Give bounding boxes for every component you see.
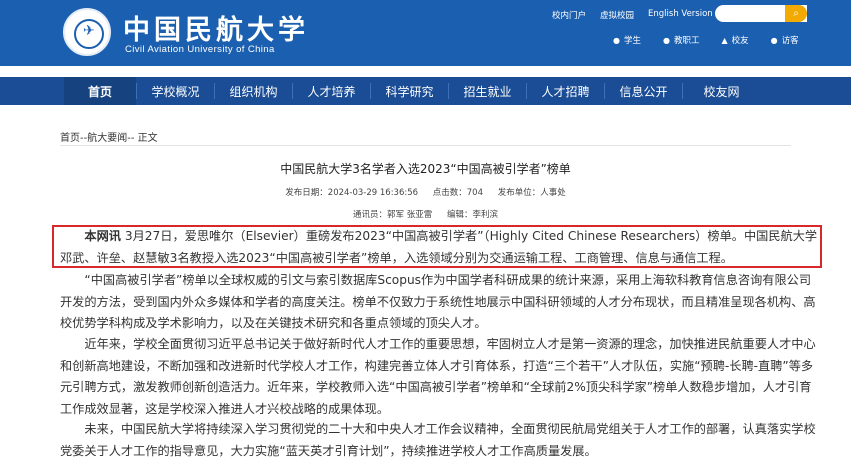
article-paragraph: 未来，中国民航大学将持续深入学习贯彻党的二十大和中央人才工作会议精神，全面贯彻民… bbox=[60, 422, 816, 458]
people-icon: ● bbox=[770, 36, 778, 45]
student-link[interactable]: ● 学生 bbox=[613, 34, 641, 46]
divider bbox=[60, 145, 791, 146]
breadcrumb: 首页--航大要闻-- 正文 bbox=[60, 129, 158, 144]
breadcrumb-current: 正文 bbox=[137, 133, 158, 144]
person-icon: ● bbox=[663, 36, 670, 45]
visitor-link[interactable]: ● 访客 bbox=[771, 34, 799, 46]
article-paragraph: “中国高被引学者”榜单以全球权威的引文与索引数据库Scopus作为中国学者科研成… bbox=[60, 273, 816, 330]
nav-item-home[interactable]: 首页 bbox=[64, 77, 136, 105]
english-version-link[interactable]: English Version bbox=[648, 9, 713, 21]
breadcrumb-home[interactable]: 首页 bbox=[60, 133, 80, 144]
article-title: 中国民航大学3名学者入选2023“中国高被引学者”榜单 bbox=[280, 162, 571, 176]
article-meta: 发布日期：2024-03-29 16:36:56 点击数：704 发布单位：人事… bbox=[0, 186, 851, 198]
person-icon: ● bbox=[613, 36, 620, 45]
user-links: ● 学生 ● 教职工 ▲ 校友 ● 访客 bbox=[613, 34, 799, 46]
nav-item-about[interactable]: 学校概况 bbox=[137, 77, 214, 105]
logo-chinese-name[interactable]: 中国民航大学 bbox=[123, 8, 309, 47]
university-emblem-icon[interactable]: ✈ bbox=[63, 8, 111, 56]
site-header: ✈ 中国民航大学 Civil Aviation University of Ch… bbox=[0, 0, 851, 66]
breadcrumb-section[interactable]: 航大要闻 bbox=[87, 133, 127, 144]
staff-link[interactable]: ● 教职工 bbox=[663, 34, 700, 46]
nav-item-alumni[interactable]: 校友网 bbox=[683, 77, 760, 105]
nav-item-disclosure[interactable]: 信息公开 bbox=[605, 77, 682, 105]
virtual-campus-link[interactable]: 虚拟校园 bbox=[600, 9, 634, 21]
main-nav: 首页 学校概况 组织机构 人才培养 科学研究 招生就业 人才招聘 信息公开 校友… bbox=[0, 77, 851, 105]
portal-link[interactable]: 校内门户 bbox=[552, 9, 586, 21]
search-icon[interactable]: ⌕ bbox=[785, 5, 807, 22]
top-links: 校内门户 虚拟校园 English Version bbox=[552, 9, 713, 21]
nav-item-education[interactable]: 人才培养 bbox=[293, 77, 370, 105]
publisher: 发布单位：人事处 bbox=[497, 188, 566, 198]
nav-item-organization[interactable]: 组织机构 bbox=[215, 77, 292, 105]
nav-item-admissions[interactable]: 招生就业 bbox=[449, 77, 526, 105]
graduation-cap-icon: ▲ bbox=[721, 36, 728, 45]
article-paragraph: 近年来，学校全面贯彻习近平总书记关于做好新时代人才工作的重要思想，牢固树立人才是… bbox=[60, 337, 816, 416]
correspondent: 通讯员：郭军 张亚雷 bbox=[353, 210, 433, 220]
view-count: 点击数：704 bbox=[432, 188, 483, 198]
nav-item-recruitment[interactable]: 人才招聘 bbox=[527, 77, 604, 105]
nav-item-research[interactable]: 科学研究 bbox=[371, 77, 448, 105]
logo-english-name[interactable]: Civil Aviation University of China bbox=[125, 44, 275, 55]
publish-time: 发布日期：2024-03-29 16:36:56 bbox=[285, 188, 419, 198]
alumni-link[interactable]: ▲ 校友 bbox=[722, 34, 749, 46]
breadcrumb-separator: -- bbox=[127, 133, 135, 144]
editor: 编辑：李利滨 bbox=[446, 210, 498, 220]
highlight-box bbox=[52, 225, 822, 268]
article-credits: 通讯员：郭军 张亚雷 编辑：李利滨 bbox=[0, 208, 851, 220]
